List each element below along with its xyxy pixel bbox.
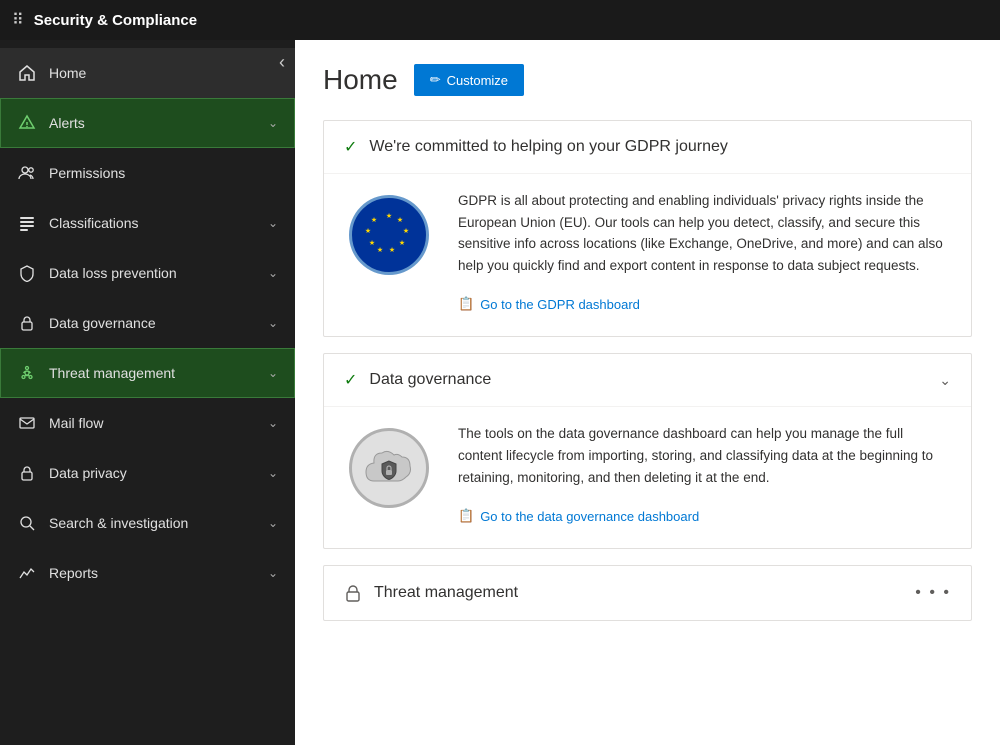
gdpr-card-header[interactable]: ✓ We're committed to helping on your GDP…: [324, 121, 971, 173]
threat-management-chevron-icon: ⌄: [268, 366, 278, 380]
data-governance-link-text: Go to the data governance dashboard: [480, 509, 699, 524]
svg-text:★: ★: [369, 239, 375, 247]
sidebar-item-classifications[interactable]: Classifications ⌄: [0, 198, 295, 248]
sidebar-item-reports[interactable]: Reports ⌄: [0, 548, 295, 598]
threat-management-dots-icon[interactable]: • • •: [915, 584, 951, 602]
sidebar-item-data-governance[interactable]: Data governance ⌄: [0, 298, 295, 348]
data-governance-card: ✓ Data governance ⌄: [323, 353, 972, 549]
grid-icon: ⠿: [12, 10, 24, 30]
gdpr-card-text-area: GDPR is all about protecting and enablin…: [458, 190, 951, 312]
sidebar-item-threat-management[interactable]: Threat management ⌄: [0, 348, 295, 398]
gdpr-card: ✓ We're committed to helping on your GDP…: [323, 120, 972, 337]
gdpr-card-body: ★ ★ ★ ★ ★ ★ ★ ★ ★: [324, 173, 971, 336]
data-governance-card-chevron-icon: ⌄: [939, 372, 951, 389]
cloud-lock-icon: [349, 428, 429, 508]
data-governance-card-header[interactable]: ✓ Data governance ⌄: [324, 354, 971, 406]
search-icon: [17, 513, 37, 533]
sidebar-item-data-privacy[interactable]: Data privacy ⌄: [0, 448, 295, 498]
svg-text:★: ★: [377, 246, 383, 254]
threat-management-card: Threat management • • •: [323, 565, 972, 621]
alerts-chevron-icon: ⌄: [268, 116, 278, 130]
sidebar-item-search-label: Search & investigation: [49, 515, 268, 531]
data-governance-card-title: Data governance: [369, 371, 939, 389]
lock-icon: [17, 313, 37, 333]
svg-text:★: ★: [403, 227, 409, 235]
mail-icon: [17, 413, 37, 433]
main-content: Home ✏ Customize ✓ We're committed to he…: [295, 40, 1000, 745]
data-governance-chevron-icon: ⌄: [268, 316, 278, 330]
chart-icon: [17, 563, 37, 583]
svg-text:★: ★: [371, 216, 377, 224]
gdpr-description: GDPR is all about protecting and enablin…: [458, 190, 951, 276]
sidebar-item-permissions[interactable]: Permissions: [0, 148, 295, 198]
dlp-chevron-icon: ⌄: [268, 266, 278, 280]
sidebar-nav: Home Alerts ⌄: [0, 48, 295, 598]
sidebar-item-home[interactable]: Home: [0, 48, 295, 98]
biohazard-icon: [17, 363, 37, 383]
svg-text:★: ★: [397, 216, 403, 224]
classifications-chevron-icon: ⌄: [268, 216, 278, 230]
reports-chevron-icon: ⌄: [268, 566, 278, 580]
sidebar-item-classifications-label: Classifications: [49, 215, 268, 231]
clipboard2-icon: 📋: [458, 508, 474, 524]
eu-flag-icon: ★ ★ ★ ★ ★ ★ ★ ★ ★: [349, 195, 429, 275]
sidebar-item-permissions-label: Permissions: [49, 165, 278, 181]
threat-management-card-header[interactable]: Threat management • • •: [324, 566, 971, 620]
svg-text:★: ★: [365, 227, 371, 235]
alert-icon: [17, 113, 37, 133]
gdpr-link-text: Go to the GDPR dashboard: [480, 297, 640, 312]
sidebar-item-home-label: Home: [49, 65, 278, 81]
data-governance-description: The tools on the data governance dashboa…: [458, 423, 951, 488]
main-layout: ‹ Home Al: [0, 40, 1000, 745]
threat-management-card-title: Threat management: [374, 584, 915, 602]
home-icon: [17, 63, 37, 83]
sidebar-collapse-button[interactable]: ‹: [279, 52, 285, 73]
mail-flow-chevron-icon: ⌄: [268, 416, 278, 430]
sidebar-item-data-governance-label: Data governance: [49, 315, 268, 331]
sidebar-item-data-privacy-label: Data privacy: [49, 465, 268, 481]
app-title: Security & Compliance: [34, 12, 197, 29]
sidebar-item-alerts-label: Alerts: [49, 115, 268, 131]
threat-lock-icon: [344, 584, 362, 602]
gdpr-dashboard-link[interactable]: 📋 Go to the GDPR dashboard: [458, 296, 951, 312]
sidebar: ‹ Home Al: [0, 40, 295, 745]
svg-text:★: ★: [386, 212, 392, 220]
sidebar-item-reports-label: Reports: [49, 565, 268, 581]
page-header: Home ✏ Customize: [323, 64, 972, 96]
customize-button[interactable]: ✏ Customize: [414, 64, 524, 96]
top-bar: ⠿ Security & Compliance: [0, 0, 1000, 40]
data-privacy-chevron-icon: ⌄: [268, 466, 278, 480]
sidebar-item-dlp-label: Data loss prevention: [49, 265, 268, 281]
sidebar-item-search-investigation[interactable]: Search & investigation ⌄: [0, 498, 295, 548]
customize-label: Customize: [447, 73, 508, 88]
sidebar-item-threat-management-label: Threat management: [49, 365, 268, 381]
svg-text:★: ★: [389, 246, 395, 254]
clipboard-icon: 📋: [458, 296, 474, 312]
gdpr-icon-area: ★ ★ ★ ★ ★ ★ ★ ★ ★: [344, 190, 434, 280]
data-governance-card-body: The tools on the data governance dashboa…: [324, 406, 971, 548]
sidebar-item-mail-flow[interactable]: Mail flow ⌄: [0, 398, 295, 448]
lock2-icon: [17, 463, 37, 483]
data-governance-icon-area: [344, 423, 434, 513]
sidebar-item-data-loss-prevention[interactable]: Data loss prevention ⌄: [0, 248, 295, 298]
data-governance-dashboard-link[interactable]: 📋 Go to the data governance dashboard: [458, 508, 951, 524]
shield-icon: [17, 263, 37, 283]
gdpr-card-title: We're committed to helping on your GDPR …: [369, 138, 951, 156]
data-governance-check-icon: ✓: [344, 370, 357, 390]
data-governance-card-text-area: The tools on the data governance dashboa…: [458, 423, 951, 524]
people-icon: [17, 163, 37, 183]
gdpr-check-icon: ✓: [344, 137, 357, 157]
customize-pencil-icon: ✏: [430, 72, 441, 88]
search-chevron-icon: ⌄: [268, 516, 278, 530]
sidebar-item-mail-flow-label: Mail flow: [49, 415, 268, 431]
sidebar-item-alerts[interactable]: Alerts ⌄: [0, 98, 295, 148]
page-title: Home: [323, 64, 398, 96]
svg-text:★: ★: [399, 239, 405, 247]
list-icon: [17, 213, 37, 233]
